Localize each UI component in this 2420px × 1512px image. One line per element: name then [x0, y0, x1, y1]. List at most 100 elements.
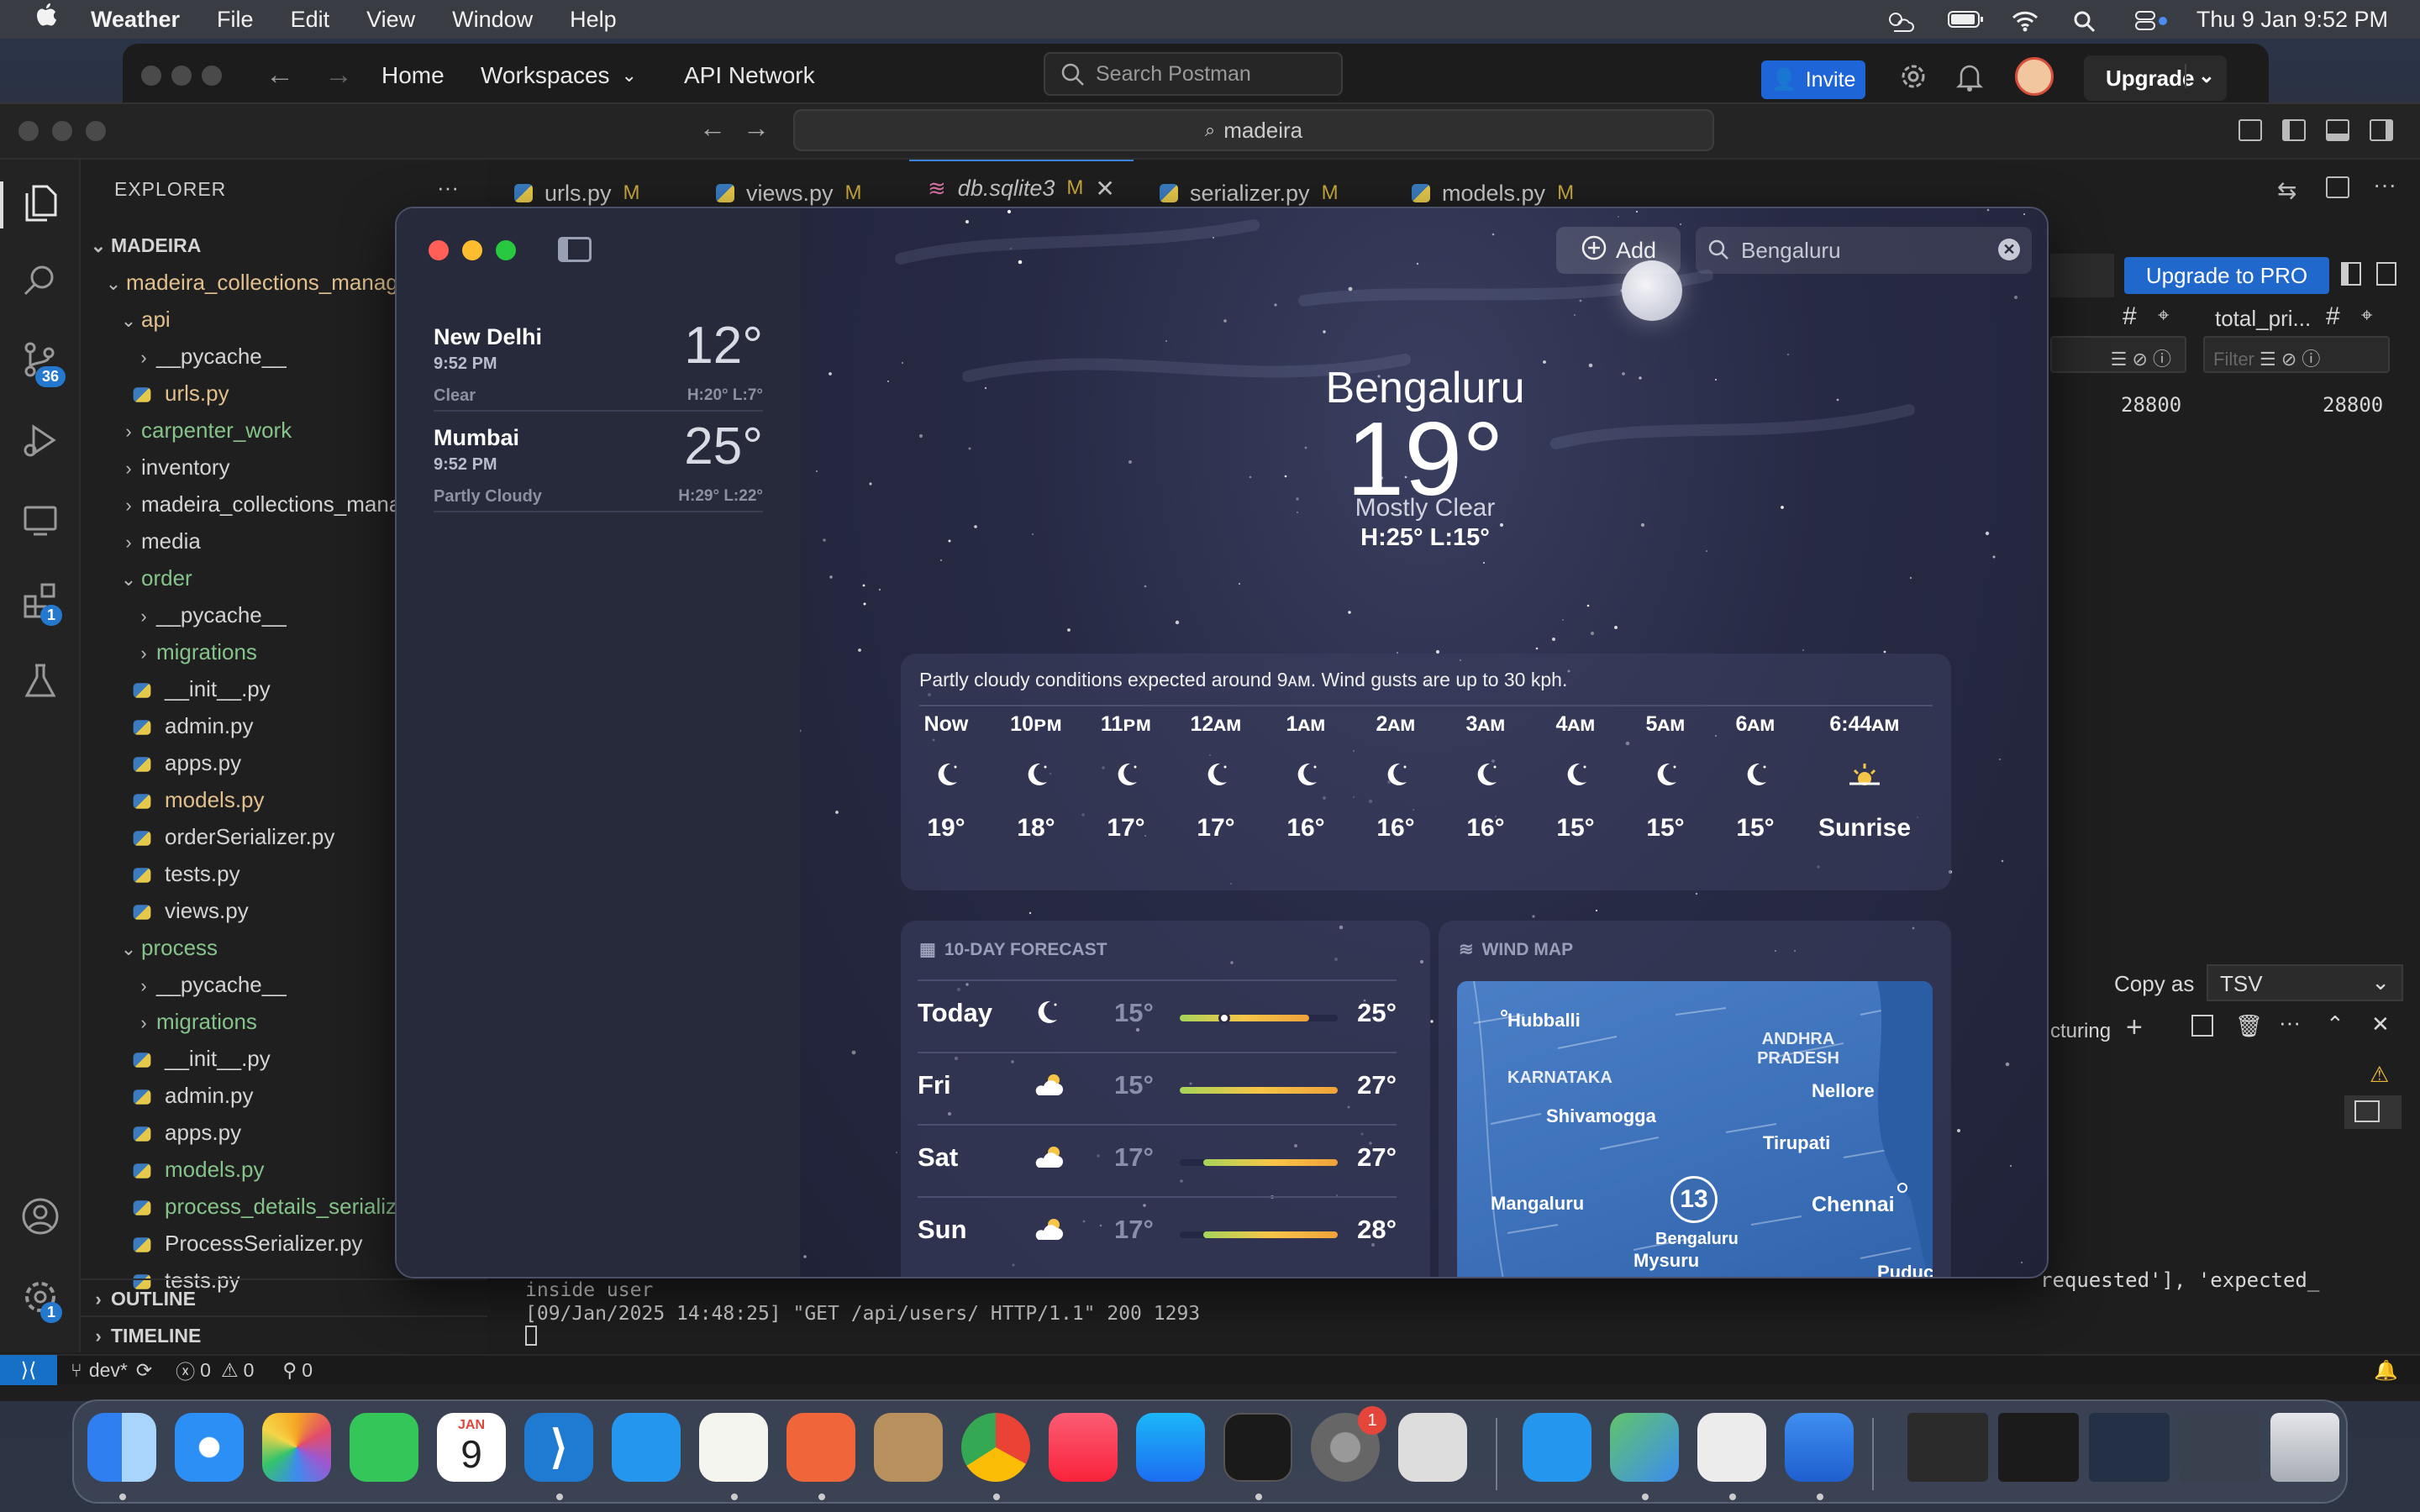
- back-arrow-icon[interactable]: ←: [266, 59, 294, 92]
- safari-icon[interactable]: [175, 1413, 244, 1482]
- upgrade-button[interactable]: Upgrade ⌄: [2084, 55, 2227, 101]
- remote-explorer-icon[interactable]: [18, 502, 62, 546]
- more-actions-icon[interactable]: ···: [437, 175, 459, 201]
- spotlight-search-icon[interactable]: [2072, 9, 2102, 33]
- column-filter-input[interactable]: Filter ☰ ⊘ ⓘ: [2203, 336, 2390, 373]
- postman-nav-workspaces[interactable]: Workspaces ⌄: [481, 44, 637, 108]
- vscode-icon[interactable]: ⟩: [524, 1413, 593, 1482]
- menu-file[interactable]: File: [217, 7, 254, 33]
- sqlite-toolbar-input[interactable]: [2050, 254, 2114, 297]
- docker-icon[interactable]: [1523, 1413, 1591, 1482]
- iphone-mirroring-icon[interactable]: [1398, 1413, 1467, 1482]
- postman-nav-home[interactable]: Home: [381, 44, 445, 108]
- pin-icon[interactable]: ⌖: [2158, 304, 2170, 328]
- toggle-panel-icon[interactable]: [2326, 119, 2349, 141]
- copy-format-select[interactable]: TSV ⌄: [2207, 964, 2403, 1001]
- avatar[interactable]: [2015, 57, 2054, 96]
- contacts-icon[interactable]: [874, 1413, 943, 1482]
- wind-map[interactable]: Hubballi ANDHRA PRADESH KARNATAKA Nellor…: [1457, 981, 1933, 1277]
- textedit-icon[interactable]: [699, 1413, 768, 1482]
- warnings-icon[interactable]: ⚠: [221, 1359, 239, 1382]
- postman-icon[interactable]: [786, 1413, 855, 1482]
- close-panel-icon[interactable]: ✕: [2371, 1011, 2390, 1037]
- forecast-row[interactable]: Fri 15° 27°: [918, 1052, 1397, 1124]
- finder-icon[interactable]: [87, 1413, 156, 1482]
- weather-close-button[interactable]: [429, 240, 449, 260]
- add-city-button[interactable]: Add: [1556, 227, 1681, 274]
- command-center-search[interactable]: ⌕ madeira: [793, 109, 1714, 151]
- close-tab-icon[interactable]: ✕: [1095, 175, 1114, 202]
- control-center-icon[interactable]: [2134, 9, 2167, 30]
- minimized-window-thumbnail[interactable]: [2089, 1413, 2170, 1482]
- vscode-close-button[interactable]: [18, 121, 39, 141]
- postman-nav-api-network[interactable]: API Network: [684, 44, 815, 108]
- maximize-panel-icon[interactable]: ⌃: [2326, 1011, 2344, 1037]
- city-item-mumbai[interactable]: Mumbai 9:52 PM Partly Cloudy 25° H:29° L…: [434, 413, 763, 512]
- toggle-sidebar-icon[interactable]: [558, 237, 592, 262]
- sync-icon[interactable]: ⟳: [136, 1359, 152, 1382]
- compare-changes-icon[interactable]: ⇆: [2277, 176, 2296, 204]
- minimized-window-thumbnail[interactable]: [2180, 1413, 2260, 1482]
- photos-icon[interactable]: [262, 1413, 331, 1482]
- more-actions-icon[interactable]: ···: [2279, 1010, 2301, 1036]
- forecast-row[interactable]: Sun 17° 28°: [918, 1196, 1397, 1268]
- clear-search-icon[interactable]: ✕: [1998, 239, 2020, 260]
- remote-indicator-icon[interactable]: ⟩⟨: [0, 1355, 57, 1385]
- app-menu-weather[interactable]: Weather: [91, 7, 180, 33]
- menu-edit[interactable]: Edit: [291, 7, 330, 33]
- postman-minimize-button[interactable]: [171, 66, 192, 86]
- wind-speed-badge[interactable]: 13: [1670, 1176, 1718, 1223]
- cell-value[interactable]: 28800: [2323, 393, 2383, 417]
- vscode-minimize-button[interactable]: [52, 121, 72, 141]
- invite-button[interactable]: 👤 Invite: [1761, 60, 1865, 99]
- minimized-window-thumbnail[interactable]: [1998, 1413, 2079, 1482]
- warning-icon[interactable]: ⚠: [2370, 1062, 2389, 1088]
- facetime-icon[interactable]: [350, 1413, 418, 1482]
- hash-icon[interactable]: #: [2326, 302, 2340, 331]
- docker-icon[interactable]: [612, 1413, 681, 1482]
- vscode-zoom-button[interactable]: [86, 121, 106, 141]
- apple-menu-icon[interactable]: [32, 2, 59, 37]
- pin-icon[interactable]: ⌖: [2361, 304, 2373, 328]
- music-icon[interactable]: [1049, 1413, 1118, 1482]
- menu-window[interactable]: Window: [452, 7, 533, 33]
- hash-icon[interactable]: #: [2123, 302, 2137, 331]
- more-actions-icon[interactable]: ···: [2373, 171, 2396, 198]
- upgrade-to-pro-button[interactable]: Upgrade to PRO: [2124, 257, 2329, 294]
- maps-icon[interactable]: [1610, 1413, 1679, 1482]
- add-terminal-icon[interactable]: +: [2126, 1011, 2143, 1044]
- menu-view[interactable]: View: [366, 7, 415, 33]
- postman-zoom-button[interactable]: [202, 66, 222, 86]
- postman-close-button[interactable]: [141, 66, 161, 86]
- back-arrow-icon[interactable]: ←: [699, 113, 726, 144]
- forward-arrow-icon[interactable]: →: [324, 59, 353, 92]
- app-store-icon[interactable]: [1136, 1413, 1205, 1482]
- forecast-row[interactable]: Today 15° 25°: [918, 979, 1397, 1052]
- errors-count[interactable]: 0: [200, 1359, 211, 1382]
- weather-status-icon[interactable]: [1886, 9, 1916, 32]
- settings-gear-icon[interactable]: [1897, 60, 1929, 97]
- explorer-icon[interactable]: [18, 183, 62, 227]
- menubar-clock[interactable]: Thu 9 Jan 9:52 PM: [2196, 7, 2388, 33]
- column-header[interactable]: total_pri...: [2215, 306, 2311, 332]
- minimized-window-thumbnail[interactable]: [1907, 1413, 1988, 1482]
- battery-icon[interactable]: [1947, 9, 1983, 29]
- ports-count[interactable]: 0: [302, 1359, 313, 1382]
- panel-left-icon[interactable]: [2341, 262, 2361, 286]
- bell-icon[interactable]: [1955, 62, 1984, 97]
- toggle-secondary-sidebar-icon[interactable]: [2370, 119, 2393, 141]
- forward-arrow-icon[interactable]: →: [743, 113, 770, 144]
- customize-layout-icon[interactable]: [2238, 119, 2262, 141]
- accounts-icon[interactable]: [18, 1196, 62, 1240]
- city-item-new-delhi[interactable]: New Delhi 9:52 PM Clear 12° H:20° L:7°: [434, 312, 763, 412]
- run-debug-icon[interactable]: [18, 422, 62, 465]
- search-icon[interactable]: [18, 262, 62, 306]
- terminal-tab-label[interactable]: cturing: [2050, 1020, 2111, 1043]
- warnings-count[interactable]: 0: [244, 1359, 255, 1382]
- forecast-row[interactable]: Sat 17° 27°: [918, 1124, 1397, 1196]
- trash-icon[interactable]: [2270, 1413, 2339, 1482]
- split-editor-icon[interactable]: [2326, 176, 2349, 198]
- wifi-icon[interactable]: [2010, 9, 2040, 32]
- postman-search-input[interactable]: Search Postman: [1044, 52, 1343, 96]
- menu-help[interactable]: Help: [570, 7, 617, 33]
